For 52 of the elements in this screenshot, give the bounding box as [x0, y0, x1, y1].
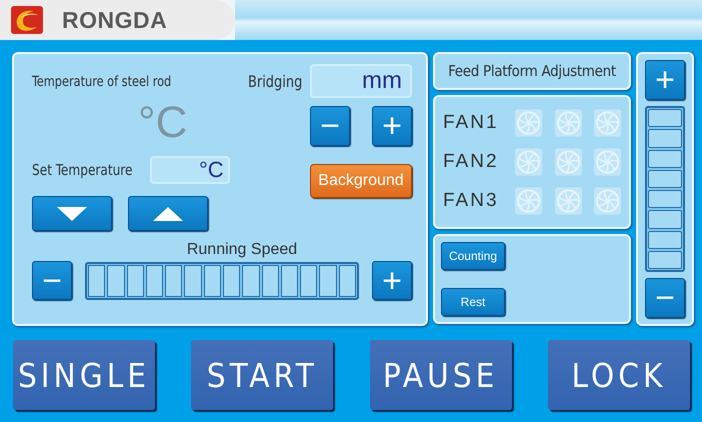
up-triangle-icon — [153, 206, 183, 220]
minus-button[interactable]: − — [32, 261, 72, 300]
level-segment — [262, 264, 279, 296]
bridging-field[interactable]: mm — [310, 64, 412, 98]
level-segment — [165, 264, 182, 296]
level-segment — [648, 190, 682, 208]
minus-button[interactable]: − — [645, 278, 685, 318]
level-segment — [338, 264, 356, 296]
level-segment — [648, 129, 682, 148]
level-segment — [300, 264, 318, 296]
feed-platform-label: Feed Platform Adjustment — [433, 52, 631, 90]
plus-button[interactable]: + — [645, 60, 685, 100]
level-segment — [242, 264, 260, 296]
running-speed-label: Running Speed — [186, 241, 298, 259]
level-segment — [184, 264, 202, 296]
level-segment — [126, 264, 144, 296]
level-segment — [222, 264, 240, 296]
logo-icon — [10, 5, 44, 35]
bridging-label: Bridging — [248, 72, 302, 90]
level-segment — [88, 264, 106, 296]
level-segment — [648, 170, 682, 188]
temperature-field[interactable]: °C — [150, 156, 230, 184]
level-segment — [146, 264, 164, 296]
level-segment — [319, 264, 337, 296]
down-triangle-icon — [57, 206, 87, 220]
level-segment — [648, 109, 682, 128]
mode-button[interactable]: PAUSE — [370, 340, 512, 410]
level-segment — [280, 264, 298, 296]
fan-label: FAN3 — [443, 190, 500, 212]
plus-button[interactable]: + — [372, 261, 412, 300]
level-segment — [648, 210, 682, 228]
level-segment — [648, 150, 682, 168]
minus-button[interactable]: − — [310, 106, 350, 146]
background-button[interactable]: Background — [310, 164, 412, 198]
down-button[interactable] — [32, 196, 112, 231]
mode-button[interactable]: LOCK — [548, 340, 690, 410]
mode-button[interactable]: START — [191, 340, 334, 410]
fan-label: FAN2 — [443, 150, 500, 173]
level-segment — [648, 250, 682, 269]
mode-button[interactable]: SINGLE — [13, 340, 155, 410]
counter-button[interactable]: Counting — [441, 242, 505, 270]
temperature-reading: °C — [138, 98, 188, 148]
level-segment — [648, 230, 682, 249]
up-button[interactable] — [128, 196, 208, 231]
counter-button[interactable]: Rest — [441, 288, 505, 316]
brand-name: RONGDA — [62, 6, 168, 34]
set-temperature-label: Set Temperature — [32, 161, 132, 179]
fan-label: FAN1 — [443, 112, 500, 134]
level-segment — [107, 264, 125, 296]
plus-button[interactable]: + — [372, 106, 412, 146]
level-segment — [204, 264, 221, 296]
steel-rod-label: Temperature of steel rod — [32, 74, 172, 90]
